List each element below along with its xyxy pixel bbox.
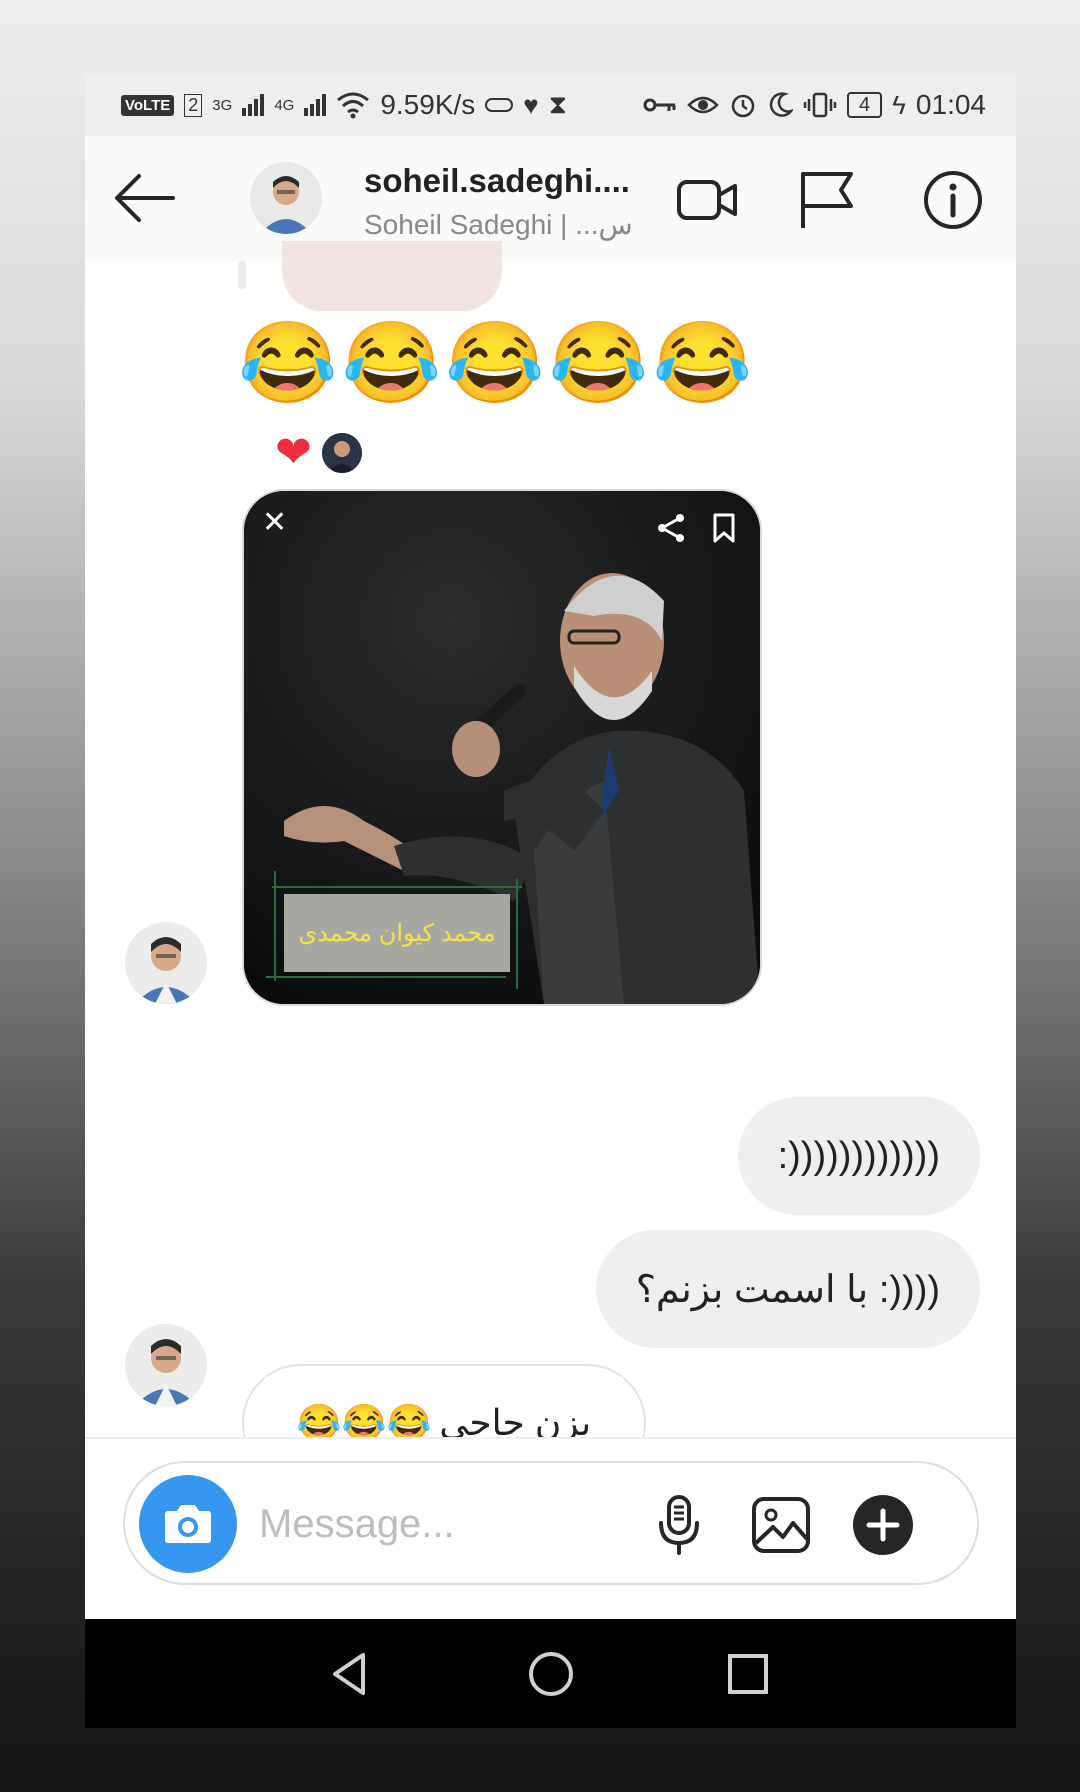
eye-icon (687, 96, 719, 114)
outgoing-message[interactable]: با اسمت بزنم؟ :)))) (595, 1230, 980, 1348)
key-icon (643, 98, 676, 112)
previous-message-bubble[interactable] (282, 241, 502, 311)
alarm-icon (731, 94, 755, 118)
back-arrow-icon[interactable] (113, 168, 177, 228)
camera-button[interactable] (139, 1475, 237, 1573)
nav-back-icon[interactable] (325, 1649, 375, 1699)
hourglass-icon: ⧗ (548, 89, 567, 119)
battery-icon: 4 (847, 92, 883, 118)
moon-icon (769, 92, 794, 117)
charging-icon: ϟ (892, 89, 906, 120)
network-4g-label: 4G (274, 96, 295, 114)
emoji-message[interactable]: 😂😂😂😂😂 (238, 323, 756, 403)
plus-icon[interactable] (851, 1493, 915, 1557)
info-icon[interactable] (921, 168, 985, 232)
chat-username[interactable]: soheil.sadeghi.... (364, 162, 630, 200)
status-bar: VoLTE 2 3G 4G 9.59K/s ♥ ⧗ 4 ϟ 01:04 (85, 74, 1016, 136)
close-icon[interactable]: ✕ (262, 505, 287, 540)
frame-line (272, 886, 522, 888)
message-input[interactable] (257, 1493, 591, 1555)
thread-divider (238, 261, 246, 289)
shared-photo[interactable]: محمد کیوان محمدی ✕ (242, 489, 762, 1006)
frame-line (274, 871, 276, 981)
chat-fullname: Soheil Sadeghi | ...س (364, 209, 633, 240)
flag-icon[interactable] (795, 168, 859, 232)
volte-indicator: VoLTE (121, 94, 175, 116)
vpn-icon (485, 98, 514, 112)
microphone-icon[interactable] (647, 1493, 711, 1557)
nav-home-icon[interactable] (526, 1649, 576, 1699)
composer-area (85, 1437, 1016, 1621)
frame-line (266, 976, 506, 978)
share-icon[interactable] (654, 511, 688, 545)
chat-header: soheil.sadeghi.... Soheil Sadeghi | ...س (85, 136, 1016, 263)
phone-screen: VoLTE 2 3G 4G 9.59K/s ♥ ⧗ 4 ϟ 01:04 sohe… (85, 74, 1016, 1728)
heart-icon: ❤ (275, 428, 312, 477)
camera-icon (165, 1505, 211, 1543)
health-icon: ♥ (523, 89, 539, 120)
network-3g-label: 3G (212, 96, 233, 114)
sender-avatar[interactable] (125, 922, 207, 1004)
nav-recents-icon[interactable] (723, 1649, 773, 1699)
message-composer (123, 1461, 979, 1585)
outgoing-message[interactable]: :)))))))))))) (737, 1097, 980, 1215)
vibrate-icon (803, 92, 837, 118)
status-left: VoLTE 2 3G 4G 9.59K/s ♥ ⧗ (121, 74, 567, 136)
bookmark-icon[interactable] (710, 513, 738, 543)
signal-bars-icon (242, 94, 265, 116)
reactor-avatar (321, 433, 362, 473)
sim-indicator: 2 (184, 93, 203, 117)
clock: 01:04 (915, 89, 986, 120)
status-right: 4 ϟ 01:04 (643, 74, 986, 136)
wifi-icon (337, 92, 370, 119)
frame-line (516, 879, 518, 989)
avatar[interactable] (250, 162, 322, 234)
signal-bars-icon (304, 94, 327, 116)
system-navbar (85, 1619, 1016, 1728)
chat-thread[interactable]: 😂😂😂😂😂 ❤ محمد کیوان محمدی ✕:))))))))))))… (85, 241, 1016, 1482)
gallery-icon[interactable] (749, 1493, 813, 1557)
photo-caption: محمد کیوان محمدی (284, 894, 510, 972)
sender-avatar[interactable] (125, 1324, 207, 1406)
net-speed: 9.59K/s (380, 89, 476, 120)
message-reaction[interactable]: ❤ (275, 431, 362, 475)
video-call-icon[interactable] (675, 168, 739, 232)
